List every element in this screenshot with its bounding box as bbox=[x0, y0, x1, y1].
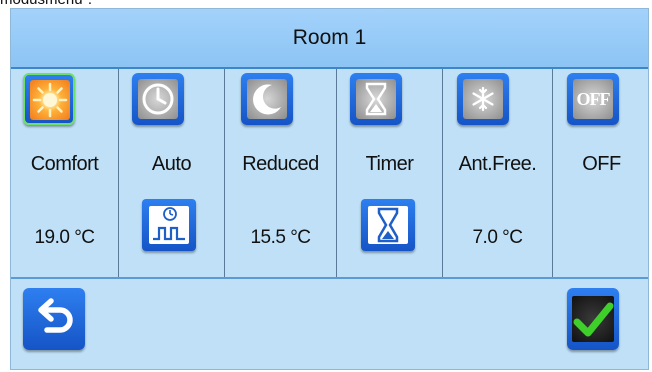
antifreeze-button[interactable] bbox=[457, 73, 509, 125]
back-button[interactable] bbox=[23, 288, 85, 350]
mode-temperature: 15.5 °C bbox=[250, 227, 311, 248]
snowflake-icon bbox=[463, 79, 503, 119]
moon-icon bbox=[247, 79, 287, 119]
off-icon-text: OFF bbox=[576, 88, 611, 109]
hourglass-icon bbox=[368, 206, 408, 244]
mode-label: Ant.Free. bbox=[458, 153, 537, 175]
timer-button[interactable] bbox=[350, 73, 402, 125]
auto-schedule-button[interactable] bbox=[142, 199, 196, 251]
mode-comfort: Comfort 19.0 °C bbox=[11, 69, 119, 277]
auto-button[interactable] bbox=[132, 73, 184, 125]
mode-timer: Timer bbox=[337, 69, 443, 277]
mode-selector: Comfort 19.0 °C Auto Reduced 15.5 °C Tim… bbox=[11, 69, 648, 279]
checkmark-icon bbox=[572, 296, 614, 342]
mode-auto: Auto bbox=[119, 69, 225, 277]
mode-label: Reduced bbox=[242, 153, 319, 175]
back-arrow-icon bbox=[38, 298, 73, 333]
mode-reduced: Reduced 15.5 °C bbox=[225, 69, 337, 277]
thermostat-panel: Room 1 Comfort 19.0 °C Auto Reduced 15.5… bbox=[10, 8, 649, 370]
schedule-icon bbox=[149, 206, 189, 244]
confirm-button[interactable] bbox=[567, 288, 619, 350]
mode-antifreeze: Ant.Free. 7.0 °C bbox=[443, 69, 553, 277]
off-icon: OFF bbox=[573, 79, 613, 119]
reduced-button[interactable] bbox=[241, 73, 293, 125]
off-button[interactable]: OFF bbox=[567, 73, 619, 125]
mode-label: Comfort bbox=[30, 153, 99, 175]
page-title: Room 1 bbox=[11, 9, 648, 69]
top-caption: modusmenu". bbox=[0, 0, 92, 8]
mode-temperature: 19.0 °C bbox=[34, 227, 95, 248]
clock-icon bbox=[138, 79, 178, 119]
comfort-button[interactable] bbox=[23, 73, 75, 125]
hourglass-icon bbox=[356, 79, 396, 119]
sun-icon bbox=[30, 80, 70, 120]
mode-label: Timer bbox=[365, 153, 414, 175]
mode-label: Auto bbox=[151, 153, 192, 175]
mode-label: OFF bbox=[582, 153, 621, 175]
mode-temperature: 7.0 °C bbox=[472, 227, 523, 248]
mode-off: OFF OFF bbox=[553, 69, 650, 277]
timer-set-button[interactable] bbox=[361, 199, 415, 251]
